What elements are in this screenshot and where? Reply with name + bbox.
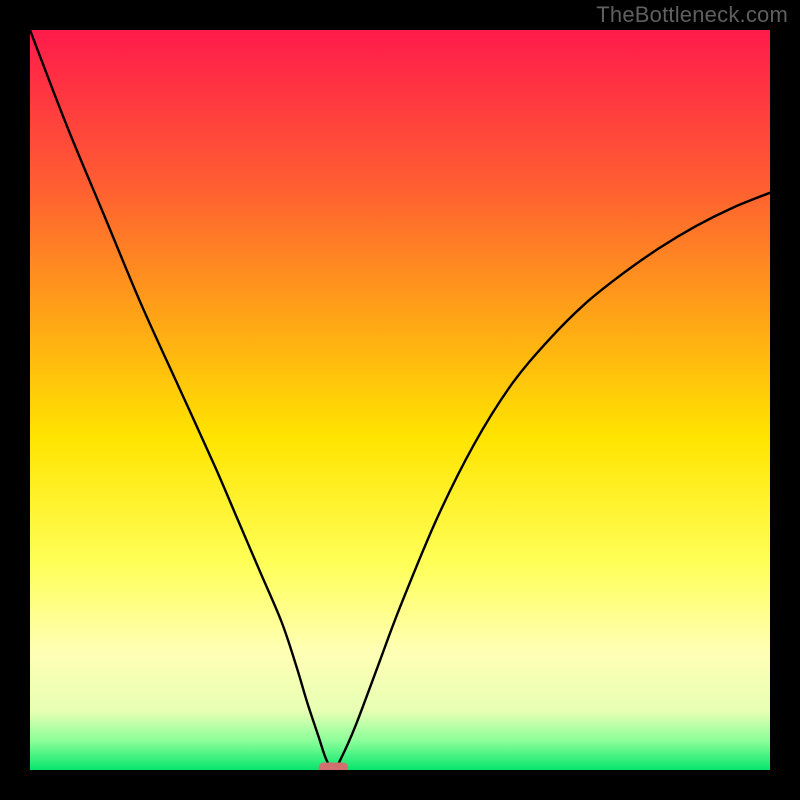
optimal-marker — [319, 762, 349, 770]
plot-area — [30, 30, 770, 770]
chart-frame: TheBottleneck.com — [0, 0, 800, 800]
gradient-background — [30, 30, 770, 770]
chart-svg — [30, 30, 770, 770]
watermark-text: TheBottleneck.com — [596, 2, 788, 28]
